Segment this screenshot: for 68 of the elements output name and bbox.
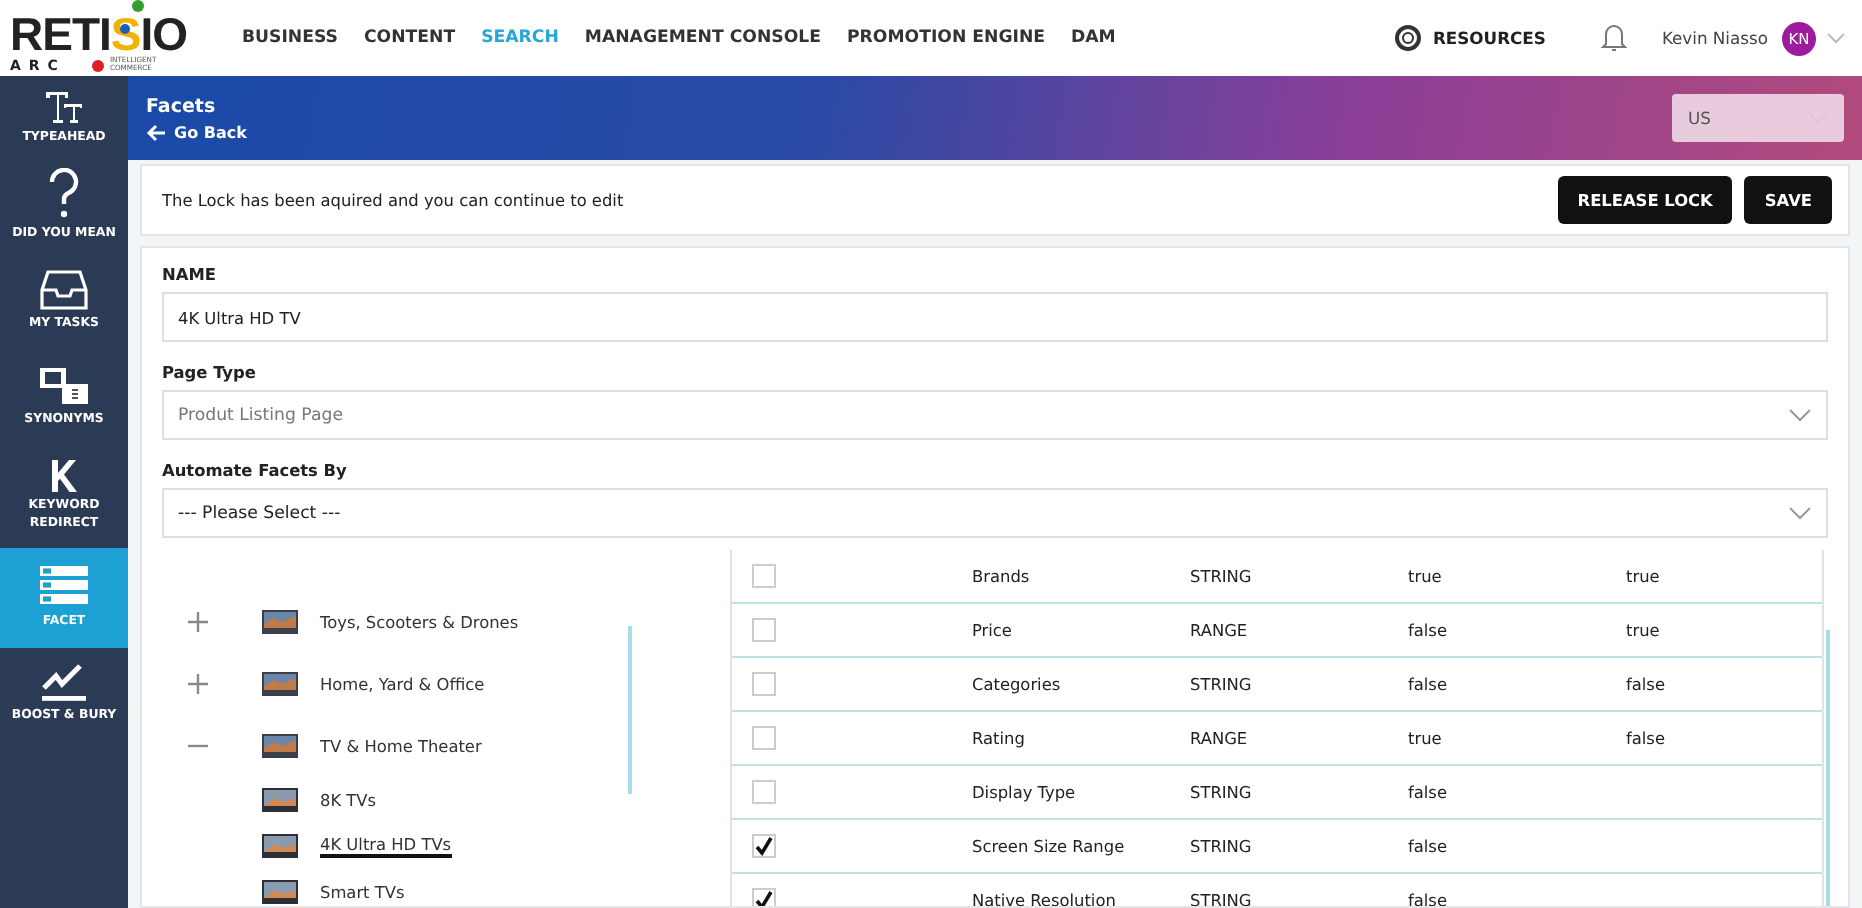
table-cell-text: false (1408, 782, 1449, 802)
page-type-select[interactable]: Produt Listing Page (162, 390, 1828, 440)
table-cell-text: false (1408, 674, 1449, 694)
table-cell-text: STRING (1190, 782, 1254, 802)
typeahead-icon (44, 88, 84, 125)
category-item[interactable]: 8K TVs (320, 789, 377, 809)
lock-message: The Lock has been aquired and you can continue to edit (162, 190, 624, 210)
chevron-down-icon (1788, 506, 1812, 520)
trend-chart-icon (40, 662, 88, 703)
table-cell: true (1626, 620, 1660, 640)
category-item[interactable]: TV & Home Theater (320, 735, 482, 755)
lifebuoy-icon (1394, 24, 1423, 52)
checkbox[interactable] (752, 834, 776, 858)
table-cell-text: STRING (1190, 890, 1254, 906)
letter-k-icon (50, 460, 78, 493)
table-cell-text: true (1408, 566, 1444, 586)
logo-word: RETISIO (10, 8, 188, 60)
inbox-icon (40, 270, 88, 311)
category-item[interactable]: Toys, Scooters & Drones (320, 611, 519, 631)
table-cell: false (1626, 674, 1665, 694)
table-cell-text: false (1408, 836, 1449, 856)
table-cell-text: Display Type (972, 782, 1078, 802)
chevron-down-icon[interactable] (1826, 32, 1846, 44)
table-cell-text: false (1408, 620, 1449, 640)
list-icon (38, 564, 90, 609)
table-cell-text: true (1408, 728, 1444, 748)
nav-link[interactable]: PROMOTION ENGINE (847, 28, 1046, 48)
table-cell-text: false (1408, 890, 1449, 906)
table-cell-text: RANGE (1190, 620, 1250, 640)
expand-icon[interactable] (186, 671, 210, 695)
category-item[interactable]: Home, Yard & Office (320, 673, 485, 693)
table-cell-text: STRING (1190, 566, 1254, 586)
checkbox[interactable] (752, 888, 776, 906)
nav-link[interactable]: BUSINESS (242, 28, 338, 48)
table-cell-text: Native Resolution (972, 890, 1118, 906)
nav-link[interactable]: DAM (1071, 28, 1116, 48)
resources-link[interactable]: RESOURCES (1432, 28, 1546, 48)
arrow-left-icon (146, 123, 166, 141)
table-cell-text: Categories (972, 674, 1063, 694)
action-button[interactable]: RELEASE LOCK (1557, 176, 1733, 224)
table-cell: true (1626, 566, 1660, 586)
synonyms-icon (38, 366, 90, 407)
table-cell-text: Brands (972, 566, 1032, 586)
table-cell-text: Screen Size Range (972, 836, 1127, 856)
question-mark-icon (46, 168, 82, 221)
locale-select[interactable]: US (1672, 94, 1844, 142)
field-label: NAME (162, 264, 218, 284)
table-cell-text: RANGE (1190, 728, 1250, 748)
bell-icon[interactable] (1599, 22, 1628, 54)
user-name: Kevin Niasso (1661, 28, 1768, 48)
nav-link[interactable]: MANAGEMENT CONSOLE (584, 28, 821, 48)
category-item[interactable]: Smart TVs (320, 881, 405, 901)
field-label: Page Type (162, 362, 258, 382)
field-label: Automate Facets By (162, 460, 349, 480)
back-link[interactable]: Go Back (146, 123, 247, 141)
page-title: Facets (146, 95, 218, 117)
table-cell-text: STRING (1190, 836, 1254, 856)
table-cell-text: Price (972, 620, 1014, 640)
nav-link[interactable]: CONTENT (363, 28, 456, 48)
automate-select[interactable]: --- Please Select --- (162, 488, 1828, 538)
name-field[interactable]: 4K Ultra HD TV (162, 292, 1828, 342)
table-cell-text: STRING (1190, 674, 1254, 694)
action-button[interactable]: SAVE (1744, 176, 1832, 224)
table-cell: false (1626, 728, 1665, 748)
expand-icon[interactable] (186, 609, 210, 633)
chevron-down-icon (1788, 408, 1812, 422)
table-cell-text: Rating (972, 728, 1027, 748)
category-item[interactable]: 4K Ultra HD TVs (320, 833, 452, 857)
